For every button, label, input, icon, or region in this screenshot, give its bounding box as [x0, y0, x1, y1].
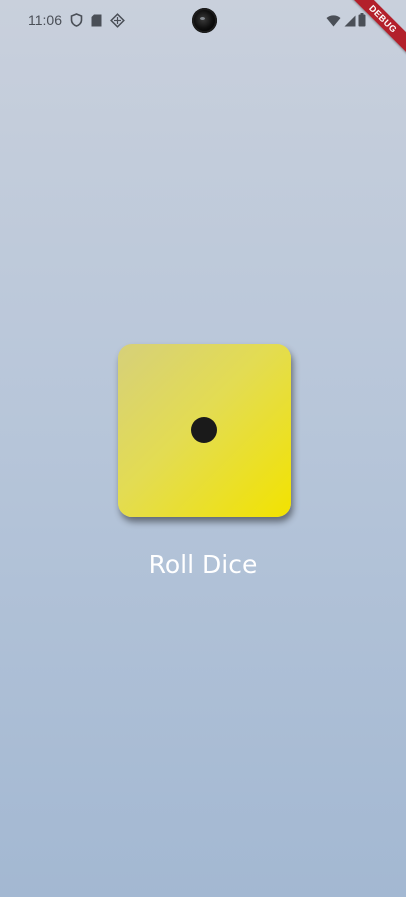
dice-pip [191, 417, 217, 443]
sd-card-icon [91, 14, 102, 27]
status-bar: 11:06 DEBUG [0, 0, 406, 56]
dice-face[interactable] [118, 344, 291, 517]
roll-dice-button[interactable]: Roll Dice [0, 550, 406, 579]
status-time: 11:06 [28, 12, 62, 28]
shield-icon [70, 13, 83, 27]
debug-banner: DEBUG [346, 0, 406, 60]
status-left: 11:06 [28, 12, 125, 28]
front-camera [192, 8, 217, 33]
debug-banner-label: DEBUG [346, 0, 406, 56]
vpn-icon [110, 12, 125, 28]
wifi-icon [326, 14, 341, 32]
